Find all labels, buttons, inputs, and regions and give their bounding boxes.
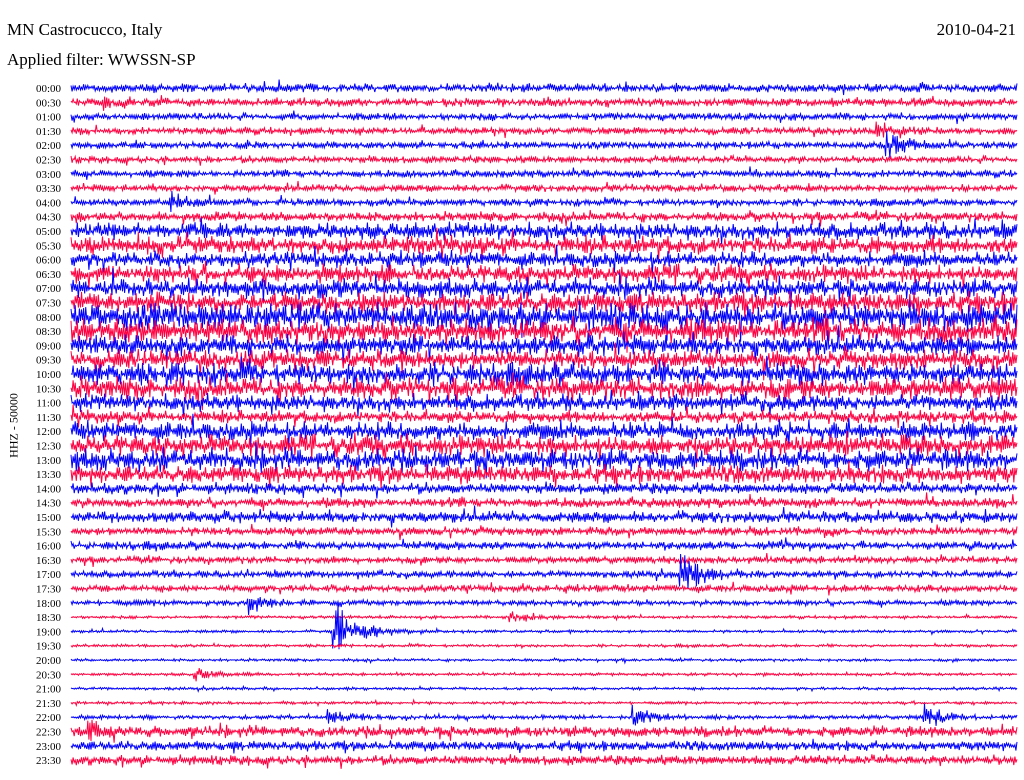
trace-line-0200 — [70, 131, 1018, 158]
trace-line-2100 — [70, 684, 1018, 693]
trace-line-1530 — [70, 523, 1018, 541]
trace-line-2200 — [70, 703, 1018, 726]
time-tick-label: 07:00 — [36, 283, 62, 295]
trace-line-2330 — [70, 754, 1018, 769]
time-tick-label: 05:30 — [36, 240, 62, 252]
trace-line-1900 — [70, 604, 1018, 650]
time-tick-label: 04:00 — [36, 197, 62, 209]
trace-line-1500 — [70, 505, 1018, 528]
time-tick-label: 15:30 — [36, 526, 62, 538]
time-tick-label: 16:00 — [36, 541, 62, 553]
trace-line-1430 — [70, 492, 1018, 512]
time-tick-label: 05:00 — [36, 226, 62, 238]
trace-line-0230 — [70, 153, 1018, 166]
trace-line-2000 — [70, 656, 1017, 665]
trace-line-1630 — [70, 553, 1018, 567]
trace-line-0300 — [70, 166, 1018, 180]
trace-line-0330 — [70, 180, 1018, 195]
time-tick-label: 09:00 — [36, 340, 62, 352]
trace-line-2230 — [70, 719, 1018, 743]
time-tick-label: 03:30 — [36, 183, 62, 195]
time-tick-label: 15:00 — [36, 512, 62, 524]
trace-line-1600 — [70, 537, 1018, 552]
trace-line-2300 — [70, 738, 1018, 754]
trace-line-1730 — [70, 581, 1018, 596]
trace-line-0030 — [70, 95, 1018, 111]
trace-line-0000 — [70, 79, 1018, 96]
time-tick-label: 12:00 — [36, 426, 62, 438]
time-tick-label: 14:00 — [36, 483, 62, 495]
time-tick-label: 19:30 — [36, 641, 62, 653]
trace-line-0400 — [70, 191, 1018, 213]
time-tick-label: 17:30 — [36, 584, 62, 596]
time-tick-label: 04:30 — [36, 212, 62, 224]
time-tick-label: 00:30 — [36, 97, 62, 109]
time-tick-label: 21:00 — [36, 684, 62, 696]
time-tick-label: 14:30 — [36, 498, 62, 510]
time-tick-label: 00:00 — [36, 83, 62, 95]
trace-line-1400 — [70, 481, 1018, 499]
trace-line-1830 — [70, 611, 1018, 623]
time-tick-label: 23:30 — [36, 755, 62, 767]
time-tick-label: 20:00 — [36, 655, 62, 667]
trace-line-1930 — [70, 642, 1018, 650]
time-tick-label: 17:00 — [36, 569, 62, 581]
time-tick-label: 23:00 — [36, 741, 62, 753]
time-tick-label: 08:00 — [36, 312, 62, 324]
time-tick-label: 13:00 — [36, 455, 62, 467]
time-tick-label: 11:00 — [36, 398, 61, 410]
time-tick-label: 13:30 — [36, 469, 62, 481]
time-tick-label: 12:30 — [36, 441, 62, 453]
time-tick-label: 08:30 — [36, 326, 62, 338]
time-tick-label: 10:00 — [36, 369, 62, 381]
time-tick-label: 10:30 — [36, 383, 62, 395]
time-tick-label: 06:00 — [36, 255, 62, 267]
time-tick-label: 06:30 — [36, 269, 62, 281]
time-tick-label: 19:00 — [36, 626, 62, 638]
trace-line-2030 — [70, 668, 1018, 682]
time-tick-label: 01:30 — [36, 126, 62, 138]
time-tick-label: 01:00 — [36, 112, 62, 124]
time-tick-label: 07:30 — [36, 298, 62, 310]
trace-line-0130 — [70, 121, 1018, 139]
time-tick-label: 22:00 — [36, 712, 62, 724]
time-tick-label: 20:30 — [36, 669, 62, 681]
helicorder-plot: 00:00 00:30 01:00 01:30 02:00 02:30 03:00 03:30… — [36, 79, 1018, 769]
time-tick-label: 02:00 — [36, 140, 62, 152]
time-tick-label: 09:30 — [36, 355, 62, 367]
trace-line-0100 — [70, 110, 1018, 125]
trace-line-2130 — [70, 698, 1018, 708]
time-tick-label: 18:00 — [36, 598, 62, 610]
trace-line-0430 — [70, 209, 1018, 227]
time-tick-label: 03:00 — [36, 169, 62, 181]
time-tick-label: 22:30 — [36, 727, 62, 739]
time-tick-label: 02:30 — [36, 155, 62, 167]
time-tick-label: 11:30 — [36, 412, 61, 424]
time-tick-label: 18:30 — [36, 612, 62, 624]
time-tick-label: 21:30 — [36, 698, 62, 710]
time-tick-label: 16:30 — [36, 555, 62, 567]
trace-line-1800 — [70, 597, 1018, 616]
